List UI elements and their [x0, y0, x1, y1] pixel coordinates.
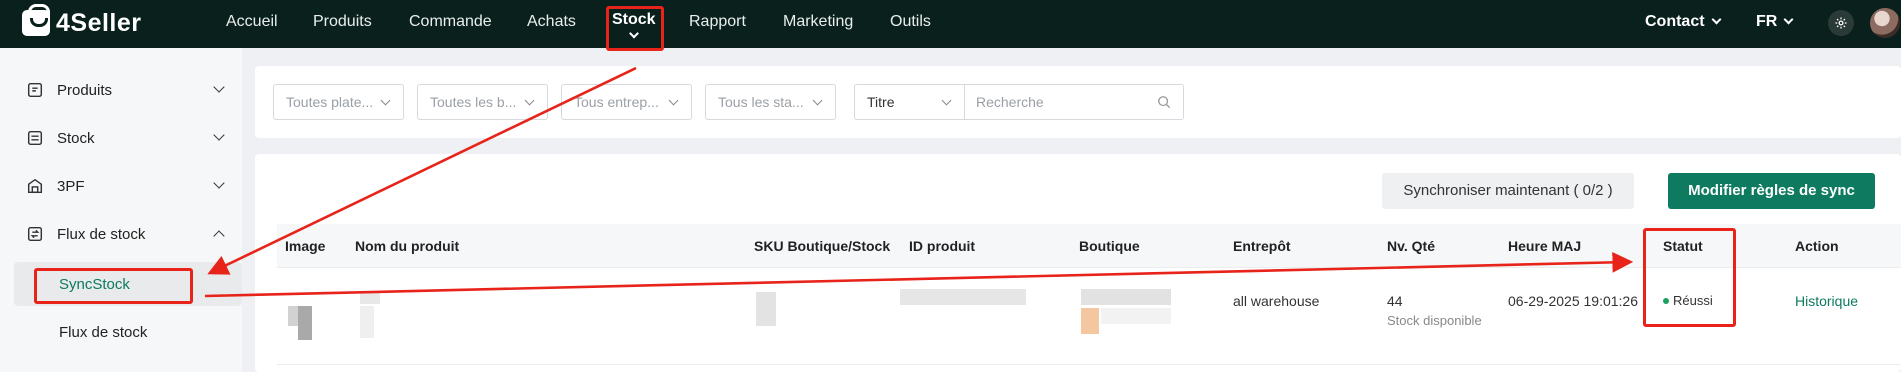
sidebar-item-label: Flux de stock — [57, 225, 146, 243]
language-label: FR — [1756, 13, 1778, 30]
warehouse-icon — [27, 178, 43, 194]
nav-achats[interactable]: Achats — [527, 0, 576, 44]
brand-logo[interactable]: 4Seller — [22, 4, 142, 38]
chevron-down-icon — [668, 95, 679, 106]
nav-rapport[interactable]: Rapport — [689, 0, 746, 44]
chevron-down-icon — [524, 95, 535, 106]
status-select[interactable]: Tous les sta... — [705, 84, 836, 120]
stock-flow-icon — [27, 226, 43, 242]
sidebar-item-label: Produits — [57, 81, 113, 99]
product-name-redacted — [360, 292, 380, 304]
search-input[interactable] — [976, 94, 1146, 110]
column-header: ID produit — [909, 238, 976, 254]
language-selector[interactable]: FR — [1756, 0, 1794, 44]
sidebar-item-label: Stock — [57, 129, 95, 147]
updated-time-cell: 06-29-2025 19:01:26 — [1508, 293, 1638, 309]
product-image[interactable] — [288, 306, 298, 326]
product-tag-icon — [27, 82, 43, 98]
sidebar-item-stock[interactable]: Stock — [0, 114, 242, 162]
stock-list-icon — [27, 130, 43, 146]
shop-select[interactable]: Toutes les b... — [417, 84, 548, 120]
column-header: Entrepôt — [1233, 238, 1291, 254]
column-header: Image — [285, 238, 326, 254]
column-header: Boutique — [1079, 238, 1140, 254]
qty-note: Stock disponible — [1387, 313, 1482, 328]
history-link[interactable]: Historique — [1795, 293, 1858, 309]
gear-icon — [1835, 17, 1847, 29]
sidebar-item-produits[interactable]: Produits — [0, 66, 242, 114]
filter-bar: Toutes plate... Toutes les b... Tous ent… — [255, 66, 1901, 138]
brand-name: 4Seller — [56, 8, 142, 37]
sidebar-item-flux-de-stock[interactable]: Flux de stock — [0, 210, 242, 258]
status-select-value: Tous les sta... — [718, 94, 804, 110]
sidebar-item-3pf[interactable]: 3PF — [0, 162, 242, 210]
platform-select[interactable]: Toutes plate... — [273, 84, 404, 120]
warehouse-cell: all warehouse — [1233, 293, 1320, 309]
warehouse-select[interactable]: Tous entrep... — [561, 84, 692, 120]
shop-logo-redacted — [1081, 308, 1099, 334]
platform-select-value: Toutes plate... — [286, 94, 374, 110]
contact-label: Contact — [1645, 13, 1705, 30]
nav-outils[interactable]: Outils — [890, 0, 931, 44]
chevron-down-icon — [812, 95, 823, 106]
settings-button[interactable] — [1828, 10, 1854, 36]
nav-commande[interactable]: Commande — [409, 0, 492, 44]
user-avatar[interactable] — [1870, 8, 1900, 38]
search-icon[interactable] — [1157, 95, 1171, 109]
qty-cell: 44 — [1387, 293, 1403, 309]
chevron-down-icon — [1783, 14, 1794, 25]
top-navigation-bar: 4Seller Accueil Produits Commande Achats… — [0, 0, 1901, 48]
chevron-down-icon — [213, 81, 225, 93]
chevron-up-icon — [213, 230, 225, 242]
stock-nav-highlight — [606, 6, 664, 51]
nav-produits[interactable]: Produits — [313, 0, 372, 44]
column-header: SKU Boutique/Stock — [754, 238, 891, 254]
chevron-down-icon — [1711, 14, 1722, 25]
warehouse-select-value: Tous entrep... — [574, 94, 659, 110]
search-field-value: Titre — [867, 94, 895, 110]
product-image-redacted — [298, 306, 312, 340]
nav-accueil[interactable]: Accueil — [226, 0, 278, 44]
row-divider — [277, 364, 1901, 365]
shop-name-redacted — [1081, 289, 1171, 305]
search-field-select[interactable]: Titre — [854, 84, 965, 120]
shop-name-redacted — [1101, 308, 1171, 324]
chevron-down-icon — [380, 95, 391, 106]
sidebar-item-label: 3PF — [57, 177, 85, 195]
shopping-bag-icon — [22, 4, 50, 36]
chevron-down-icon — [213, 129, 225, 141]
edit-sync-rules-button[interactable]: Modifier règles de sync — [1668, 173, 1875, 209]
nav-marketing[interactable]: Marketing — [783, 0, 853, 44]
sync-now-button[interactable]: Synchroniser maintenant ( 0/2 ) — [1382, 173, 1634, 209]
search-box — [964, 84, 1184, 120]
sidebar: Produits Stock 3PF Flux de stock SyncSto… — [0, 48, 242, 372]
column-header: Nom du produit — [355, 238, 460, 254]
syncstock-highlight — [34, 268, 193, 304]
shop-select-value: Toutes les b... — [430, 94, 517, 110]
product-id-redacted — [900, 289, 1026, 305]
shop-sku-redacted — [756, 292, 776, 326]
column-header: Action — [1795, 238, 1839, 254]
column-header: Heure MAJ — [1508, 238, 1582, 254]
column-header: Nv. Qté — [1387, 238, 1435, 254]
status-column-highlight — [1643, 228, 1736, 327]
chevron-down-icon — [941, 95, 952, 106]
sidebar-subitem-flux-de-stock[interactable]: Flux de stock — [14, 310, 242, 354]
contact-menu[interactable]: Contact — [1645, 0, 1722, 44]
product-name-redacted — [360, 306, 374, 338]
chevron-down-icon — [213, 177, 225, 189]
